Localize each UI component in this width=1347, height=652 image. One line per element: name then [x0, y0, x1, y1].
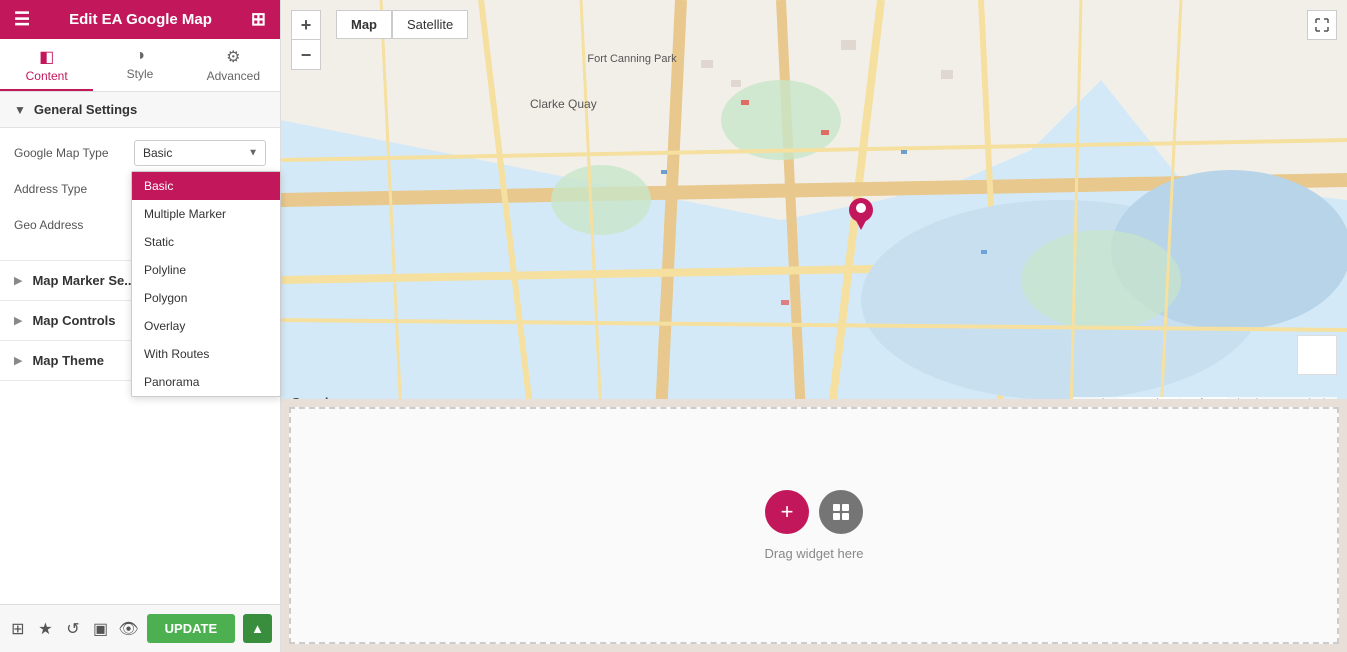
eye-icon-btn[interactable]: 👁 — [118, 613, 138, 645]
map-marker-title: Map Marker Se... — [32, 273, 135, 288]
google-map-type-control: Basic Multiple Marker Static Polyline Po… — [134, 140, 266, 166]
star-icon-btn[interactable]: ★ — [36, 613, 56, 645]
tab-style-label: Style — [127, 67, 154, 81]
style-tab-icon: ◑ — [135, 47, 145, 65]
map-type-buttons: Map Satellite — [336, 10, 468, 39]
dropdown-item-with-routes[interactable]: With Routes — [132, 340, 280, 368]
map-background: Fort Canning Park Clarke Quay + − Map Sa… — [281, 0, 1347, 399]
map-container: Fort Canning Park Clarke Quay + − Map Sa… — [281, 0, 1347, 399]
dropdown-item-polygon[interactable]: Polygon — [132, 284, 280, 312]
google-map-type-row: Google Map Type Basic Multiple Marker St… — [14, 140, 266, 166]
panel-body: ▼ General Settings Google Map Type Basic… — [0, 92, 280, 604]
google-logo: Google — [291, 395, 336, 399]
panel-tabs: ◧ Content ◑ Style ⚙ Advanced — [0, 39, 280, 92]
geo-address-label: Geo Address — [14, 218, 134, 232]
drag-buttons: + — [765, 490, 863, 534]
address-type-label: Address Type — [14, 182, 134, 196]
tab-advanced[interactable]: ⚙ Advanced — [187, 39, 280, 91]
drag-area: + Drag widget here — [289, 407, 1339, 644]
update-button[interactable]: UPDATE — [147, 614, 235, 643]
update-arrow-button[interactable]: ▲ — [243, 614, 272, 643]
map-svg — [281, 0, 1347, 399]
content-tab-icon: ◧ — [39, 47, 54, 67]
zoom-in-button[interactable]: + — [291, 10, 321, 40]
map-type-map-btn[interactable]: Map — [336, 10, 392, 39]
google-map-type-select[interactable]: Basic Multiple Marker Static Polyline Po… — [134, 140, 266, 166]
refresh-icon-btn[interactable]: ↺ — [63, 613, 83, 645]
map-theme-title: Map Theme — [32, 353, 104, 368]
general-settings-header[interactable]: ▼ General Settings — [0, 92, 280, 128]
dropdown-item-polyline[interactable]: Polyline — [132, 256, 280, 284]
dropdown-item-panorama[interactable]: Panorama — [132, 368, 280, 396]
tab-content-label: Content — [26, 69, 68, 83]
map-terms: Terms of Use — [1164, 398, 1223, 399]
dropdown-item-basic[interactable]: Basic — [132, 172, 280, 200]
panel-header: ☰ Edit EA Google Map ⊞ — [0, 0, 280, 39]
map-theme-chevron-icon: ▶ — [14, 354, 22, 367]
hamburger-icon[interactable]: ☰ — [14, 9, 30, 30]
map-controls-title: Map Controls — [32, 313, 115, 328]
tab-advanced-label: Advanced — [207, 69, 260, 83]
panel-title: Edit EA Google Map — [30, 11, 251, 28]
map-zoom-controls: + − — [291, 10, 321, 70]
google-map-type-select-wrapper: Basic Multiple Marker Static Polyline Po… — [134, 140, 266, 166]
zoom-out-button[interactable]: − — [291, 40, 321, 70]
monitor-icon-btn[interactable]: ▣ — [91, 613, 111, 645]
advanced-tab-icon: ⚙ — [226, 47, 240, 67]
grid-icon[interactable]: ⊞ — [251, 9, 266, 30]
google-map-type-label: Google Map Type — [14, 146, 134, 160]
right-panel: Fort Canning Park Clarke Quay + − Map Sa… — [281, 0, 1347, 652]
map-controls-chevron-icon: ▶ — [14, 314, 22, 327]
dropdown-item-static[interactable]: Static — [132, 228, 280, 256]
left-panel: ☰ Edit EA Google Map ⊞ ◧ Content ◑ Style… — [0, 0, 281, 652]
fullscreen-button[interactable] — [1307, 10, 1337, 40]
layers-icon-btn[interactable]: ⊞ — [8, 613, 28, 645]
map-white-box — [1297, 335, 1337, 375]
dropdown-overlay: Basic Multiple Marker Static Polyline Po… — [131, 171, 280, 397]
drag-widget-text: Drag widget here — [765, 546, 864, 561]
map-scale-value: 500 m — [1123, 398, 1151, 399]
dropdown-item-multiple-marker[interactable]: Multiple Marker — [132, 200, 280, 228]
bottom-bar: ⊞ ★ ↺ ▣ 👁 UPDATE ▲ — [0, 604, 280, 652]
add-widget-button[interactable]: + — [765, 490, 809, 534]
general-settings-chevron: ▼ — [14, 103, 26, 117]
map-marker-chevron-icon: ▶ — [14, 274, 22, 287]
widget-library-button[interactable] — [819, 490, 863, 534]
tab-content[interactable]: ◧ Content — [0, 39, 93, 91]
dropdown-item-overlay[interactable]: Overlay — [132, 312, 280, 340]
map-type-satellite-btn[interactable]: Satellite — [392, 10, 468, 39]
map-scale: 500 m | Terms of Use — [1119, 397, 1227, 399]
general-settings-title: General Settings — [34, 102, 137, 117]
tab-style[interactable]: ◑ Style — [93, 39, 186, 91]
